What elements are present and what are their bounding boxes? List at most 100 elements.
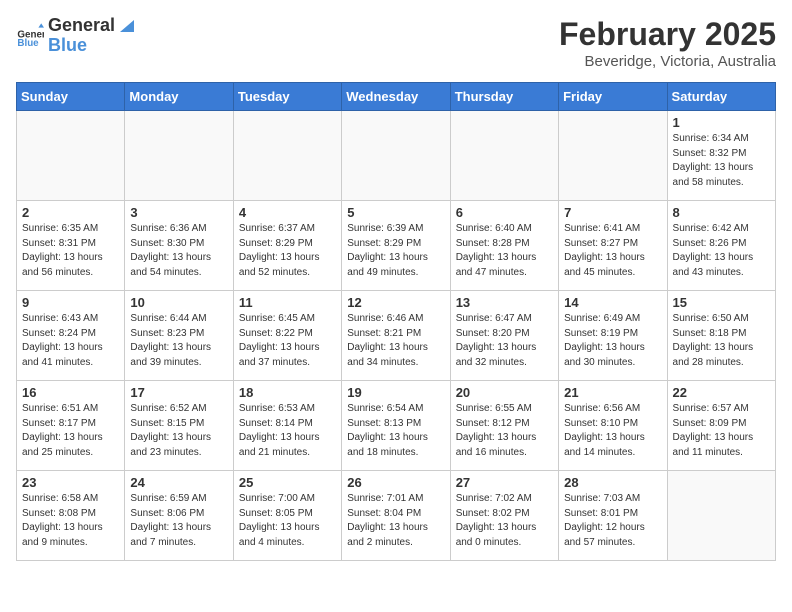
calendar-week-row: 16 Sunrise: 6:51 AM Sunset: 8:17 PM Dayli… <box>17 381 776 471</box>
calendar-header-tuesday: Tuesday <box>233 83 341 111</box>
logo-general-text: General <box>48 16 115 36</box>
calendar-cell: 12 Sunrise: 6:46 AM Sunset: 8:21 PM Dayli… <box>342 291 450 381</box>
day-info: Sunrise: 6:47 AM Sunset: 8:20 PM Dayligh… <box>456 312 553 370</box>
day-info: Sunrise: 7:00 AM Sunset: 8:05 PM Dayligh… <box>239 492 336 550</box>
day-number: 6 <box>456 205 553 220</box>
day-info: Sunrise: 6:43 AM Sunset: 8:24 PM Dayligh… <box>22 312 119 370</box>
day-number: 23 <box>22 475 119 490</box>
calendar-cell: 28Sunrise: 7:03 AM Sunset: 8:01 PM Dayli… <box>559 471 667 561</box>
day-info: Sunrise: 6:57 AM Sunset: 8:09 PM Dayligh… <box>673 402 770 460</box>
day-number: 8 <box>673 205 770 220</box>
calendar-cell: 4 Sunrise: 6:37 AM Sunset: 8:29 PM Daylig… <box>233 201 341 291</box>
calendar-table: SundayMondayTuesdayWednesdayThursdayFrid… <box>16 82 776 561</box>
day-number: 26 <box>347 475 444 490</box>
location-subtitle: Beveridge, Victoria, Australia <box>559 53 776 70</box>
calendar-cell <box>17 111 125 201</box>
day-info: Sunrise: 6:39 AM Sunset: 8:29 PM Dayligh… <box>347 222 444 280</box>
calendar-cell: 11Sunrise: 6:45 AM Sunset: 8:22 PM Dayli… <box>233 291 341 381</box>
calendar-cell: 14Sunrise: 6:49 AM Sunset: 8:19 PM Dayli… <box>559 291 667 381</box>
day-info: Sunrise: 6:56 AM Sunset: 8:10 PM Dayligh… <box>564 402 661 460</box>
header: General Blue General Blue February 2025 … <box>16 16 776 70</box>
calendar-cell: 15 Sunrise: 6:50 AM Sunset: 8:18 PM Dayli… <box>667 291 775 381</box>
calendar-header-thursday: Thursday <box>450 83 558 111</box>
calendar-header-sunday: Sunday <box>17 83 125 111</box>
calendar-cell: 24 Sunrise: 6:59 AM Sunset: 8:06 PM Dayli… <box>125 471 233 561</box>
calendar-cell: 7 Sunrise: 6:41 AM Sunset: 8:27 PM Daylig… <box>559 201 667 291</box>
day-number: 24 <box>130 475 227 490</box>
day-number: 3 <box>130 205 227 220</box>
calendar-cell: 17 Sunrise: 6:52 AM Sunset: 8:15 PM Dayli… <box>125 381 233 471</box>
calendar-cell: 13Sunrise: 6:47 AM Sunset: 8:20 PM Dayli… <box>450 291 558 381</box>
calendar-cell: 19 Sunrise: 6:54 AM Sunset: 8:13 PM Dayli… <box>342 381 450 471</box>
day-number: 5 <box>347 205 444 220</box>
calendar-cell <box>342 111 450 201</box>
day-number: 7 <box>564 205 661 220</box>
day-number: 1 <box>673 115 770 130</box>
day-info: Sunrise: 6:50 AM Sunset: 8:18 PM Dayligh… <box>673 312 770 370</box>
calendar-week-row: 1 Sunrise: 6:34 AM Sunset: 8:32 PM Daylig… <box>17 111 776 201</box>
calendar-week-row: 2Sunrise: 6:35 AM Sunset: 8:31 PM Daylig… <box>17 201 776 291</box>
day-info: Sunrise: 6:41 AM Sunset: 8:27 PM Dayligh… <box>564 222 661 280</box>
calendar-header-saturday: Saturday <box>667 83 775 111</box>
day-number: 4 <box>239 205 336 220</box>
calendar-cell <box>125 111 233 201</box>
calendar-cell: 6 Sunrise: 6:40 AM Sunset: 8:28 PM Daylig… <box>450 201 558 291</box>
logo: General Blue General Blue <box>16 16 134 56</box>
calendar-cell: 27Sunrise: 7:02 AM Sunset: 8:02 PM Dayli… <box>450 471 558 561</box>
calendar-header-monday: Monday <box>125 83 233 111</box>
calendar-cell <box>450 111 558 201</box>
day-number: 18 <box>239 385 336 400</box>
day-info: Sunrise: 6:36 AM Sunset: 8:30 PM Dayligh… <box>130 222 227 280</box>
day-info: Sunrise: 7:01 AM Sunset: 8:04 PM Dayligh… <box>347 492 444 550</box>
day-info: Sunrise: 6:34 AM Sunset: 8:32 PM Dayligh… <box>673 132 770 190</box>
calendar-cell <box>559 111 667 201</box>
month-year-title: February 2025 <box>559 16 776 53</box>
calendar-cell: 2Sunrise: 6:35 AM Sunset: 8:31 PM Daylig… <box>17 201 125 291</box>
day-info: Sunrise: 6:46 AM Sunset: 8:21 PM Dayligh… <box>347 312 444 370</box>
calendar-cell: 22 Sunrise: 6:57 AM Sunset: 8:09 PM Dayli… <box>667 381 775 471</box>
day-number: 22 <box>673 385 770 400</box>
day-number: 17 <box>130 385 227 400</box>
day-info: Sunrise: 6:37 AM Sunset: 8:29 PM Dayligh… <box>239 222 336 280</box>
day-number: 21 <box>564 385 661 400</box>
day-info: Sunrise: 6:52 AM Sunset: 8:15 PM Dayligh… <box>130 402 227 460</box>
day-info: Sunrise: 6:42 AM Sunset: 8:26 PM Dayligh… <box>673 222 770 280</box>
day-number: 14 <box>564 295 661 310</box>
day-number: 12 <box>347 295 444 310</box>
calendar-cell: 10 Sunrise: 6:44 AM Sunset: 8:23 PM Dayli… <box>125 291 233 381</box>
calendar-cell: 9 Sunrise: 6:43 AM Sunset: 8:24 PM Daylig… <box>17 291 125 381</box>
day-number: 20 <box>456 385 553 400</box>
calendar-cell: 23 Sunrise: 6:58 AM Sunset: 8:08 PM Dayli… <box>17 471 125 561</box>
day-number: 25 <box>239 475 336 490</box>
day-number: 11 <box>239 295 336 310</box>
day-number: 27 <box>456 475 553 490</box>
calendar-week-row: 23 Sunrise: 6:58 AM Sunset: 8:08 PM Dayli… <box>17 471 776 561</box>
title-area: February 2025 Beveridge, Victoria, Austr… <box>559 16 776 70</box>
day-number: 16 <box>22 385 119 400</box>
day-info: Sunrise: 6:55 AM Sunset: 8:12 PM Dayligh… <box>456 402 553 460</box>
calendar-cell: 20 Sunrise: 6:55 AM Sunset: 8:12 PM Dayli… <box>450 381 558 471</box>
day-number: 19 <box>347 385 444 400</box>
calendar-cell: 16 Sunrise: 6:51 AM Sunset: 8:17 PM Dayli… <box>17 381 125 471</box>
day-info: Sunrise: 6:54 AM Sunset: 8:13 PM Dayligh… <box>347 402 444 460</box>
day-number: 28 <box>564 475 661 490</box>
day-number: 2 <box>22 205 119 220</box>
calendar-cell <box>233 111 341 201</box>
calendar-cell: 1 Sunrise: 6:34 AM Sunset: 8:32 PM Daylig… <box>667 111 775 201</box>
day-info: Sunrise: 6:40 AM Sunset: 8:28 PM Dayligh… <box>456 222 553 280</box>
calendar-cell: 5 Sunrise: 6:39 AM Sunset: 8:29 PM Daylig… <box>342 201 450 291</box>
calendar-cell: 21 Sunrise: 6:56 AM Sunset: 8:10 PM Dayli… <box>559 381 667 471</box>
calendar-cell: 3 Sunrise: 6:36 AM Sunset: 8:30 PM Daylig… <box>125 201 233 291</box>
day-info: Sunrise: 6:44 AM Sunset: 8:23 PM Dayligh… <box>130 312 227 370</box>
calendar-cell: 8 Sunrise: 6:42 AM Sunset: 8:26 PM Daylig… <box>667 201 775 291</box>
calendar-cell: 18Sunrise: 6:53 AM Sunset: 8:14 PM Dayli… <box>233 381 341 471</box>
logo-blue-text: Blue <box>48 35 87 55</box>
day-number: 10 <box>130 295 227 310</box>
day-info: Sunrise: 6:58 AM Sunset: 8:08 PM Dayligh… <box>22 492 119 550</box>
day-info: Sunrise: 6:51 AM Sunset: 8:17 PM Dayligh… <box>22 402 119 460</box>
day-info: Sunrise: 6:59 AM Sunset: 8:06 PM Dayligh… <box>130 492 227 550</box>
calendar-cell: 25 Sunrise: 7:00 AM Sunset: 8:05 PM Dayli… <box>233 471 341 561</box>
day-number: 9 <box>22 295 119 310</box>
day-number: 15 <box>673 295 770 310</box>
calendar-header-wednesday: Wednesday <box>342 83 450 111</box>
